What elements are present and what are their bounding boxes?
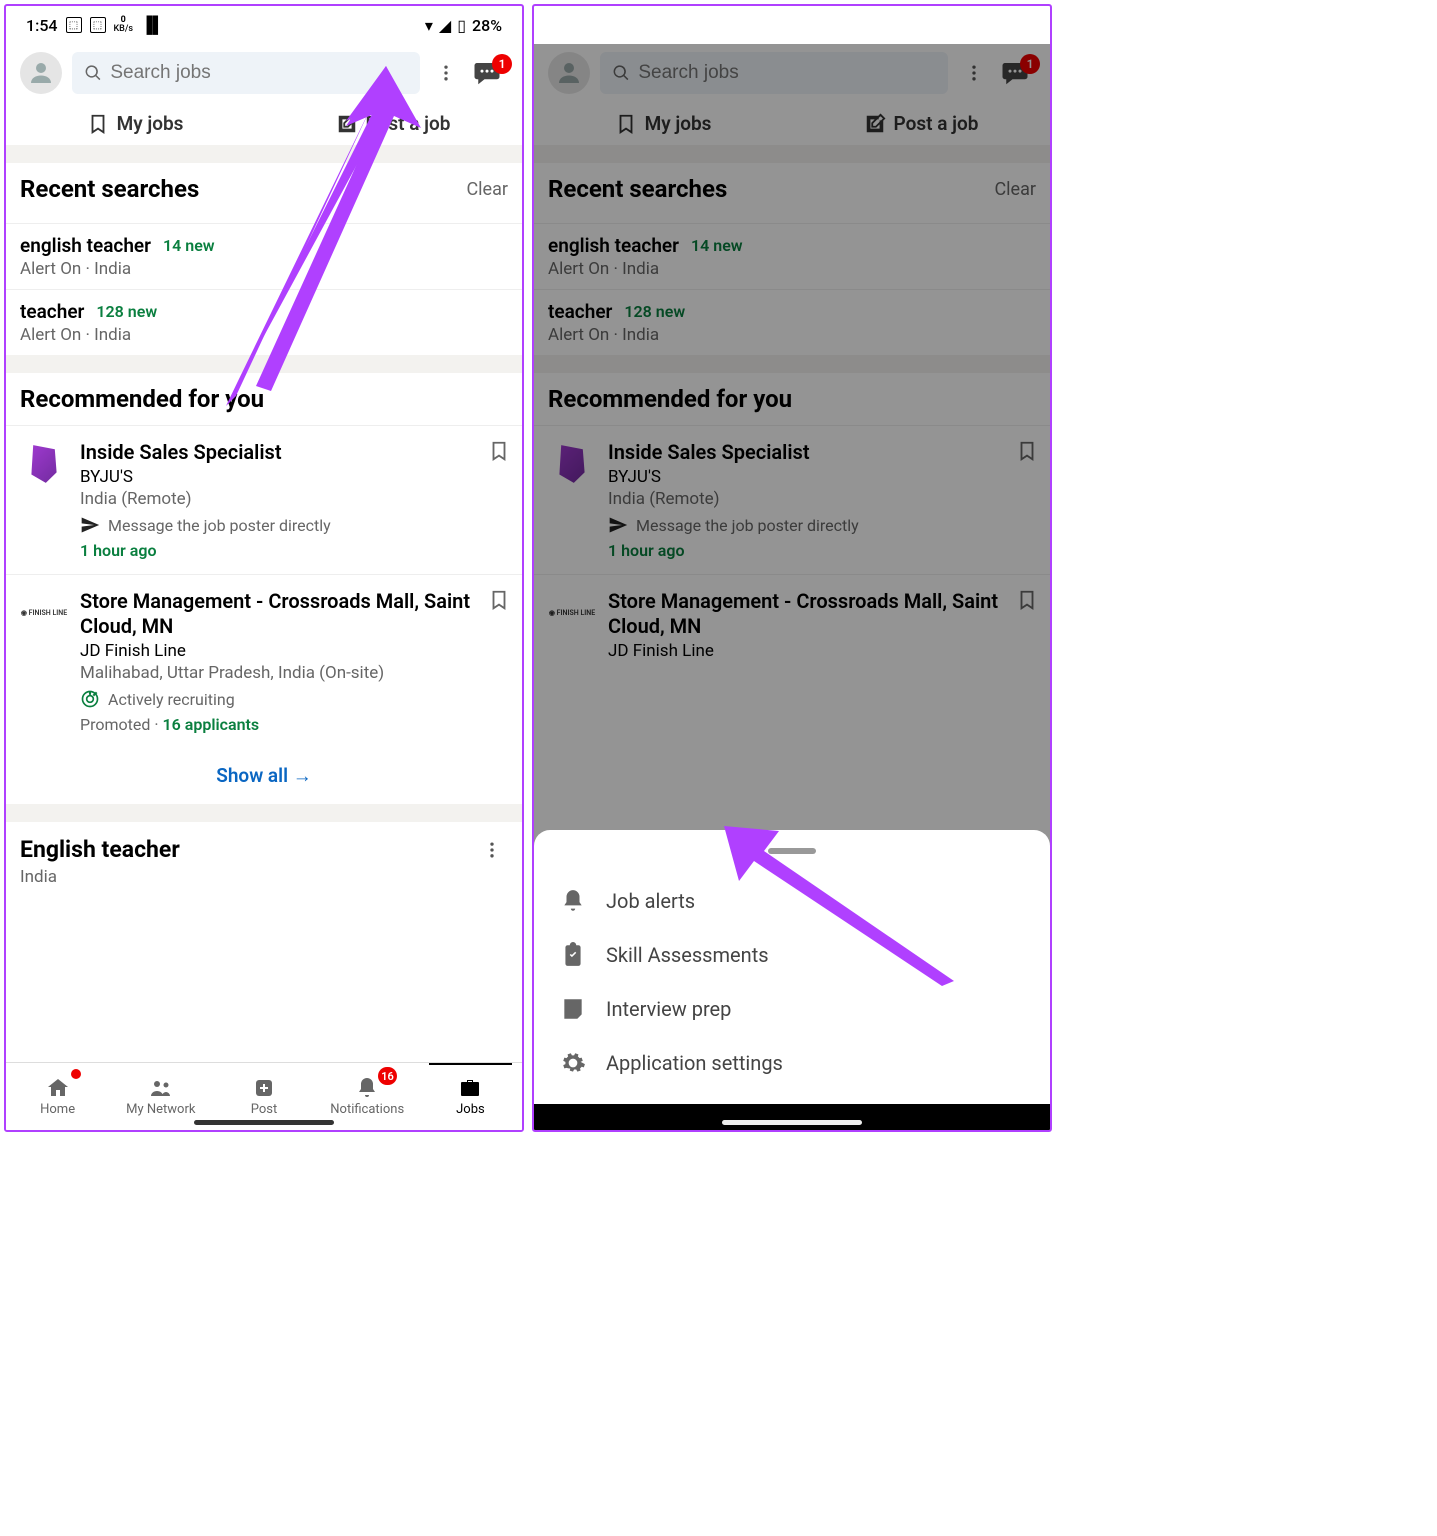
messages-badge: 1 [492,54,512,74]
search-input[interactable] [72,52,420,94]
show-all-button[interactable]: Show all [6,748,522,804]
status-icon: ⬚ [594,17,610,33]
battery-percent: 28% [472,16,502,35]
status-time: 1:54 [26,16,58,35]
signal-icon: ◢ [967,16,979,35]
job-alert-title: English teacher [20,836,180,863]
status-bar: 1:54 ⬚ ⬚ 0KB/s ▐▌ ▾ ◢ ▯ 28% [6,6,522,44]
battery-percent: 28% [1000,16,1030,35]
notifications-badge: 16 [378,1067,397,1085]
battery-icon: ▯ [457,16,466,35]
wifi-icon: ▾ [953,16,961,35]
sheet-job-alerts[interactable]: Job alerts [534,874,1050,928]
screenshot-left: 1:54 ⬚ ⬚ 0KB/s ▐▌ ▾ ◢ ▯ 28% 1 [4,4,524,1132]
network-speed: 0KB/s [114,16,134,34]
bottom-sheet: Job alerts Skill Assessments Interview p… [534,830,1050,1130]
clear-button[interactable]: Clear [466,179,508,200]
search-icon [84,63,102,83]
clipboard-check-icon [560,942,586,968]
job-card[interactable]: ◉ FINISH LINE Store Management - Crossro… [6,574,522,748]
send-icon [80,515,100,535]
nav-jobs[interactable]: Jobs [419,1063,522,1130]
recent-searches-title: Recent searches [20,175,199,203]
status-icon: ⬚ [90,17,106,33]
sheet-skill-assessments[interactable]: Skill Assessments [534,928,1050,982]
post-job-button[interactable]: Post a job [264,102,522,145]
notification-dot [71,1069,81,1079]
status-icon: ▐▌ [669,15,692,35]
sheet-interview-prep[interactable]: Interview prep [534,982,1050,1036]
messages-button[interactable]: 1 [472,58,508,88]
my-jobs-button[interactable]: My jobs [6,102,264,145]
status-bar: 1:54 ⬚ ⬚ 206KB/s ▐▌ ▾ ◢ ▯ 28% [534,6,1050,44]
status-icon: ▐▌ [141,15,164,35]
status-icon: ⬚ [618,17,634,33]
wifi-icon: ▾ [425,16,433,35]
job-card[interactable]: Inside Sales Specialist BYJU'S India (Re… [6,425,522,574]
overflow-menu-button[interactable] [476,840,508,860]
avatar[interactable] [20,52,62,94]
note-icon [560,996,586,1022]
edit-icon [336,113,358,135]
bell-icon [560,888,586,914]
gesture-handle[interactable] [194,1120,334,1125]
recent-search-item[interactable]: english teacher14 new Alert On · India [6,223,522,289]
gesture-handle[interactable] [722,1120,862,1125]
nav-bar-bg [534,1104,1050,1130]
screenshot-right: 1:54 ⬚ ⬚ 206KB/s ▐▌ ▾ ◢ ▯ 28% 1 My jobs … [532,4,1052,1132]
bookmark-button[interactable] [488,440,508,560]
sheet-grabber[interactable] [768,848,816,854]
target-icon [80,689,100,709]
recommended-title: Recommended for you [20,385,508,413]
bookmark-button[interactable] [488,589,508,734]
status-icon: ⬚ [66,17,82,33]
network-speed: 206KB/s [642,16,662,34]
battery-icon: ▯ [985,16,994,35]
overflow-menu-button[interactable] [430,63,462,83]
company-logo: ◉ FINISH LINE [20,589,68,637]
sheet-application-settings[interactable]: Application settings [534,1036,1050,1090]
bookmark-icon [87,113,109,135]
signal-icon: ◢ [439,16,451,35]
gear-icon [560,1050,586,1076]
recent-search-item[interactable]: teacher128 new Alert On · India [6,289,522,355]
status-time: 1:54 [554,16,586,35]
nav-home[interactable]: Home [6,1063,109,1130]
company-logo [20,440,68,488]
